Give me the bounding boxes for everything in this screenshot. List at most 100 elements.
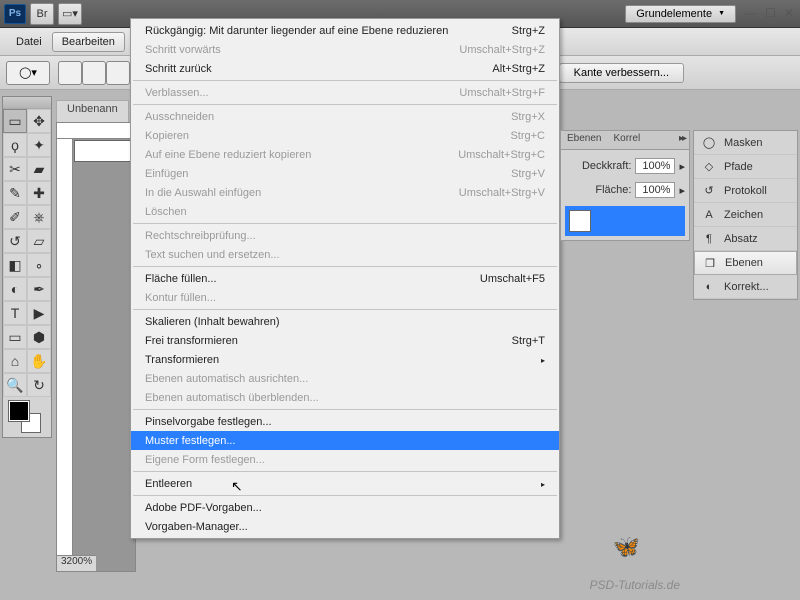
menu-step-back[interactable]: Schritt zurückAlt+Strg+Z [131, 59, 559, 78]
tools-panel: ▭ ✥ ϙ ✦ ✂ ▰ ✎ ✚ ✐ ⎈ ↺ ▱ ◧ ∘ ◐ ✒ T ▶ ▭ ⬢ … [2, 96, 52, 438]
zoom-tool[interactable]: 🔍 [3, 373, 27, 397]
dock-protokoll[interactable]: ↺Protokoll [694, 179, 797, 203]
menu-define-brush[interactable]: Pinselvorgabe festlegen... [131, 412, 559, 431]
menu-undo[interactable]: Rückgängig: Mit darunter liegender auf e… [131, 21, 559, 40]
tab-ebenen[interactable]: Ebenen [561, 131, 607, 149]
menu-fill[interactable]: Fläche füllen...Umschalt+F5 [131, 269, 559, 288]
menu-stroke[interactable]: Kontur füllen... [131, 288, 559, 307]
menu-auto-blend[interactable]: Ebenen automatisch überblenden... [131, 388, 559, 407]
hand-tool[interactable]: ✋ [27, 349, 51, 373]
menu-fade[interactable]: Verblassen...Umschalt+Strg+F [131, 83, 559, 102]
menu-copy[interactable]: KopierenStrg+C [131, 126, 559, 145]
dock-zeichen[interactable]: AZeichen [694, 203, 797, 227]
rotate-tool[interactable]: ↻ [27, 373, 51, 397]
document-tab[interactable]: Unbenann [56, 100, 129, 122]
stamp-tool[interactable]: ⎈ [27, 205, 51, 229]
tab-korrekturen[interactable]: Korrel [607, 131, 646, 149]
butterfly-icon: 🦋 [613, 534, 640, 560]
menu-spellcheck[interactable]: Rechtschreibprüfung... [131, 226, 559, 245]
dock-masken[interactable]: ◯Masken [694, 131, 797, 155]
opacity-arrow-icon[interactable]: ▸ [679, 160, 685, 173]
crop-tool[interactable]: ✂ [3, 157, 27, 181]
dock-korrekturen[interactable]: ◐Korrekt... [694, 275, 797, 299]
ps-logo: Ps [4, 4, 26, 24]
blur-tool[interactable]: ∘ [27, 253, 51, 277]
opacity-value[interactable]: 100% [635, 158, 675, 174]
gradient-tool[interactable]: ◧ [3, 253, 27, 277]
menu-define-pattern[interactable]: Muster festlegen... [131, 431, 559, 450]
maximize-button[interactable]: ☐ [765, 6, 776, 20]
type-tool[interactable]: T [3, 301, 27, 325]
menu-find-replace[interactable]: Text suchen und ersetzen... [131, 245, 559, 264]
move-tool[interactable]: ✥ [27, 109, 51, 133]
selection-mode-add[interactable] [82, 61, 106, 85]
menu-paste[interactable]: EinfügenStrg+V [131, 164, 559, 183]
dodge-tool[interactable]: ◐ [3, 277, 27, 301]
fill-arrow-icon[interactable]: ▸ [679, 184, 685, 197]
history-icon: ↺ [702, 184, 716, 197]
wand-tool[interactable]: ✦ [27, 133, 51, 157]
eyedropper-tool[interactable]: ✎ [3, 181, 27, 205]
eraser-tool[interactable]: ▱ [27, 229, 51, 253]
refine-edge-button[interactable]: Kante verbessern... [559, 63, 684, 83]
document-canvas[interactable] [75, 141, 133, 161]
menu-cut[interactable]: AusschneidenStrg+X [131, 107, 559, 126]
menu-pdf-presets[interactable]: Adobe PDF-Vorgaben... [131, 498, 559, 517]
menu-preset-manager[interactable]: Vorgaben-Manager... [131, 517, 559, 536]
lasso-tool[interactable]: ϙ [3, 133, 27, 157]
minimize-button[interactable]: — [745, 6, 757, 20]
menu-transform[interactable]: Transformieren [131, 350, 559, 369]
3d-tool[interactable]: ⬢ [27, 325, 51, 349]
menu-paste-into[interactable]: In die Auswahl einfügenUmschalt+Strg+V [131, 183, 559, 202]
menu-edit[interactable]: Bearbeiten [52, 32, 125, 52]
bridge-button[interactable]: Br [30, 3, 54, 25]
opacity-label: Deckkraft: [582, 160, 632, 172]
dock-absatz[interactable]: ¶Absatz [694, 227, 797, 251]
current-tool-swatch[interactable]: ◯▾ [6, 61, 50, 85]
heal-tool[interactable]: ✚ [27, 181, 51, 205]
panel-overflow-icon[interactable]: ▸▸ [675, 131, 689, 149]
menu-content-aware-scale[interactable]: Skalieren (Inhalt bewahren) [131, 312, 559, 331]
close-button[interactable]: ✕ [784, 6, 794, 20]
layers-icon: ❒ [703, 257, 717, 270]
slice-tool[interactable]: ▰ [27, 157, 51, 181]
pen-tool[interactable]: ✒ [27, 277, 51, 301]
shape-tool[interactable]: ▭ [3, 325, 27, 349]
ruler-vertical [57, 139, 73, 555]
screen-mode-button[interactable]: ▭▾ [58, 3, 82, 25]
menu-step-forward[interactable]: Schritt vorwärtsUmschalt+Strg+Z [131, 40, 559, 59]
3d-cam-tool[interactable]: ⌂ [3, 349, 27, 373]
dock-ebenen[interactable]: ❒Ebenen [694, 251, 797, 275]
layer-thumb[interactable] [569, 210, 591, 232]
zoom-level[interactable]: 3200% [57, 555, 96, 571]
color-swatch[interactable] [3, 397, 51, 437]
history-brush-tool[interactable]: ↺ [3, 229, 27, 253]
paths-icon: ◇ [702, 160, 716, 173]
fg-color[interactable] [9, 401, 29, 421]
character-icon: A [702, 209, 716, 221]
canvas-area: 3200% [56, 122, 136, 572]
selection-mode-sub[interactable] [106, 61, 130, 85]
menu-auto-align[interactable]: Ebenen automatisch ausrichten... [131, 369, 559, 388]
selection-mode-new[interactable] [58, 61, 82, 85]
menu-clear[interactable]: Löschen [131, 202, 559, 221]
menu-free-transform[interactable]: Frei transformierenStrg+T [131, 331, 559, 350]
fill-value[interactable]: 100% [635, 182, 675, 198]
layer-row[interactable] [565, 206, 685, 236]
fill-label: Fläche: [595, 184, 631, 196]
workspace-switcher[interactable]: Grundelemente [625, 5, 736, 23]
dock-pfade[interactable]: ◇Pfade [694, 155, 797, 179]
brush-tool[interactable]: ✐ [3, 205, 27, 229]
marquee-tool[interactable]: ▭ [3, 109, 27, 133]
masks-icon: ◯ [702, 136, 716, 149]
panel-grip[interactable] [3, 97, 51, 109]
layers-panel: Ebenen Korrel ▸▸ Deckkraft:100% ▸ Fläche:… [560, 130, 690, 241]
menu-purge[interactable]: Entleeren [131, 474, 559, 493]
menu-copy-merged[interactable]: Auf eine Ebene reduziert kopierenUmschal… [131, 145, 559, 164]
menu-define-shape[interactable]: Eigene Form festlegen... [131, 450, 559, 469]
adjustments-icon: ◐ [702, 281, 716, 293]
ruler-horizontal [57, 123, 135, 139]
path-sel-tool[interactable]: ▶ [27, 301, 51, 325]
right-dock: ◯Masken ◇Pfade ↺Protokoll AZeichen ¶Absa… [693, 130, 798, 300]
menu-file[interactable]: Datei [6, 32, 52, 52]
